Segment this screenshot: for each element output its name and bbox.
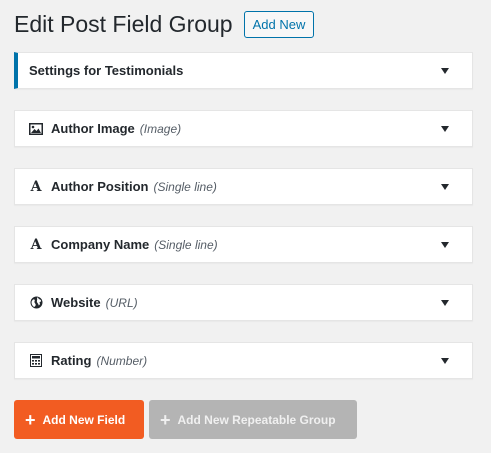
chevron-down-icon[interactable] [441,242,449,248]
chevron-down-icon[interactable] [441,300,449,306]
add-repeatable-group-label: Add New Repeatable Group [177,412,336,427]
chevron-down-icon[interactable] [441,184,449,190]
panel-author-image[interactable]: Author Image (Image) [14,110,473,147]
globe-icon [29,296,43,310]
text-icon: A [30,236,42,253]
plus-icon: + [160,409,171,430]
add-new-button[interactable]: Add New [243,10,315,38]
field-type-label: (Number) [96,353,148,368]
panel-company-name[interactable]: A Company Name (Single line) [14,226,473,263]
calculator-icon [29,354,43,368]
panel-title: Rating [51,353,92,368]
page-title: Edit Post Field Group [14,10,233,37]
add-new-field-label: Add New Field [42,412,126,427]
panel-title: Company Name [51,237,150,252]
add-new-field-button[interactable]: + Add New Field [14,400,144,439]
chevron-down-icon[interactable] [441,126,449,132]
plus-icon: + [25,409,36,430]
panel-title: Author Position [51,179,149,194]
panel-author-position[interactable]: A Author Position (Single line) [14,168,473,205]
image-icon [29,122,43,136]
page-header: Edit Post Field Group Add New [14,8,315,40]
field-type-label: (URL) [105,295,138,310]
field-type-label: (Single line) [154,237,218,252]
chevron-down-icon[interactable] [441,68,449,74]
panel-title: Settings for Testimonials [29,63,184,78]
panel-title: Website [51,295,101,310]
panel-title: Author Image [51,121,135,136]
field-type-label: (Image) [139,121,182,136]
field-type-label: (Single line) [153,179,217,194]
panel-website[interactable]: Website (URL) [14,284,473,321]
edit-field-group-page: Edit Post Field Group Add New Settings f… [0,0,491,453]
panel-settings[interactable]: Settings for Testimonials [14,52,473,89]
add-repeatable-group-button[interactable]: + Add New Repeatable Group [149,400,357,439]
panel-rating[interactable]: Rating (Number) [14,342,473,379]
text-icon: A [30,178,42,195]
chevron-down-icon[interactable] [441,358,449,364]
